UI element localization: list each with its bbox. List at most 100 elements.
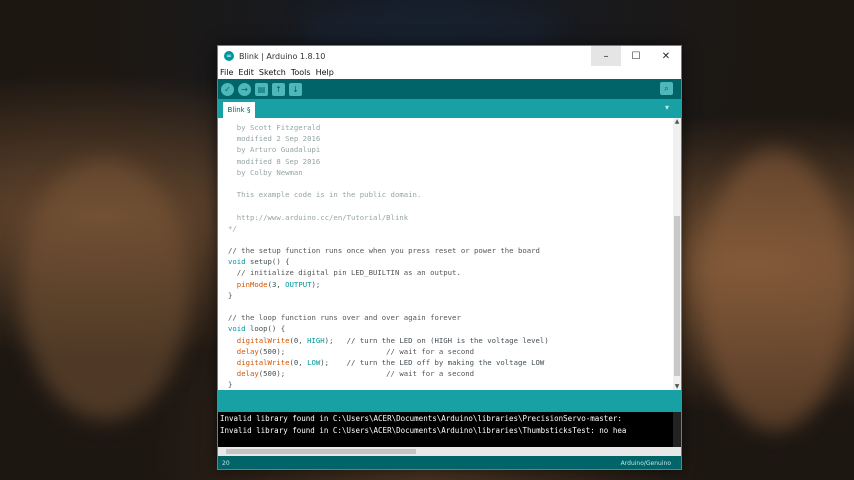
scroll-down-icon[interactable]: ▼ (673, 383, 681, 390)
code-token: ); (311, 279, 321, 289)
maximize-button[interactable]: ☐ (621, 46, 651, 66)
code-line: */ (228, 223, 549, 234)
code-token: by Scott Fitzgerald (228, 123, 321, 132)
code-token: pinMode (236, 279, 268, 289)
arduino-ide-window: ∞ Blink | Arduino 1.8.10 – ☐ ✕ File Edit… (217, 45, 682, 470)
console-scroll-thumb[interactable] (226, 449, 416, 454)
board-info: Arduino/Genuino (620, 460, 671, 467)
code-token: (500); (258, 346, 286, 356)
tab-bar: Blink § ▾ (218, 99, 681, 118)
code-line: } (228, 379, 549, 390)
code-token: by Colby Newman (228, 167, 303, 177)
code-token: // wait for a second (285, 369, 475, 379)
menu-file[interactable]: File (220, 68, 233, 77)
code-token: LOW (307, 357, 321, 367)
code-line: by Arturo Guadalupi (228, 144, 549, 155)
code-token: OUTPUT (285, 279, 312, 289)
console-line: Invalid library found in C:\Users\ACER\D… (220, 414, 622, 423)
menu-tools[interactable]: Tools (291, 68, 311, 77)
verify-button[interactable]: ✓ (221, 82, 234, 96)
save-button[interactable]: ↓ (289, 82, 302, 96)
code-line: // initialize digital pin LED_BUILTIN as… (228, 267, 549, 278)
menu-sketch[interactable]: Sketch (259, 68, 286, 77)
code-line: This example code is in the public domai… (228, 189, 549, 200)
code-line: http://www.arduino.cc/en/Tutorial/Blink (228, 212, 549, 223)
code-line: by Scott Fitzgerald (228, 122, 549, 133)
code-token: */ (228, 223, 237, 233)
code-line: digitalWrite(0, LOW); // turn the LED of… (228, 357, 549, 368)
code-token: modified 8 Sep 2016 (228, 156, 321, 166)
code-line: modified 2 Sep 2016 (228, 133, 549, 144)
window-controls: – ☐ ✕ (591, 46, 681, 66)
menu-edit[interactable]: Edit (238, 68, 254, 77)
code-token: HIGH (307, 335, 325, 345)
window-title: Blink | Arduino 1.8.10 (239, 51, 326, 61)
arduino-logo-icon: ∞ (224, 51, 234, 61)
code-line: modified 8 Sep 2016 (228, 156, 549, 167)
tab-blink[interactable]: Blink § (223, 102, 255, 118)
code-token: modified 2 Sep 2016 (228, 134, 321, 144)
code-line: // the setup function runs once when you… (228, 245, 549, 256)
code-token: http://www.arduino.cc/en/Tutorial/Blink (228, 212, 409, 222)
status-bar: 20 Arduino/Genuino (218, 456, 681, 469)
code-line: digitalWrite(0, HIGH); // turn the LED o… (228, 335, 549, 346)
code-token: (3, (267, 279, 286, 289)
code-token: void (228, 257, 246, 267)
code-token: by Arturo Guadalupi (228, 145, 321, 155)
code-line: delay(500); // wait for a second (228, 346, 549, 357)
message-area (218, 390, 681, 412)
menu-bar: File Edit Sketch Tools Help (218, 66, 681, 79)
serial-monitor-button[interactable]: ⌕ (660, 82, 673, 95)
code-token: void (228, 324, 246, 334)
code-token: delay (236, 346, 259, 356)
editor-vertical-scrollbar[interactable]: ▲ ▼ (673, 118, 681, 390)
code-token: setup() { (245, 257, 290, 267)
title-bar: ∞ Blink | Arduino 1.8.10 – ☐ ✕ (218, 46, 681, 66)
code-token: (0, (289, 335, 308, 345)
background-blur (20, 160, 190, 420)
menu-help[interactable]: Help (316, 68, 334, 77)
code-token: digitalWrite (236, 357, 290, 367)
code-line: // the loop function runs over and over … (228, 312, 549, 323)
console-horizontal-scrollbar[interactable] (218, 447, 681, 456)
code-token: digitalWrite (236, 335, 290, 345)
code-token: This example code is in the public domai… (228, 190, 422, 200)
code-token: // initialize digital pin LED_BUILTIN as… (228, 268, 461, 278)
minimize-button[interactable]: – (591, 46, 621, 66)
code-token: } (228, 290, 233, 300)
code-token: ); // turn the LED on (HIGH is the volta… (324, 335, 549, 345)
code-token: ); // turn the LED off by making the vol… (320, 357, 545, 367)
line-number: 20 (222, 460, 230, 467)
code-token: (0, (289, 357, 308, 367)
new-sketch-button[interactable]: ▤ (255, 82, 268, 96)
toolbar: ✓ → ▤ ↑ ↓ ⌕ (218, 79, 681, 99)
code-token: (500); (258, 369, 286, 379)
scroll-up-icon[interactable]: ▲ (673, 118, 681, 125)
code-line: void loop() { (228, 323, 549, 334)
tab-menu-chevron-down-icon[interactable]: ▾ (665, 103, 669, 112)
close-button[interactable]: ✕ (651, 46, 681, 66)
code-line: by Colby Newman (228, 167, 549, 178)
code-editor[interactable]: by Scott Fitzgerald modified 2 Sep 2016 … (218, 118, 681, 390)
code-token: loop() { (245, 324, 286, 334)
code-token: // wait for a second (285, 346, 475, 356)
background-blur (700, 150, 850, 430)
code-line: void setup() { (228, 256, 549, 267)
editor-scroll-thumb[interactable] (674, 216, 680, 376)
console-vertical-scrollbar[interactable] (673, 412, 681, 452)
code-line: pinMode(3, OUTPUT); (228, 279, 549, 290)
console-lines: Invalid library found in C:\Users\ACER\D… (220, 413, 626, 436)
upload-button[interactable]: → (238, 82, 251, 96)
code-token: // the loop function runs over and over … (228, 313, 461, 323)
code-token: delay (236, 369, 259, 379)
open-button[interactable]: ↑ (272, 82, 285, 96)
